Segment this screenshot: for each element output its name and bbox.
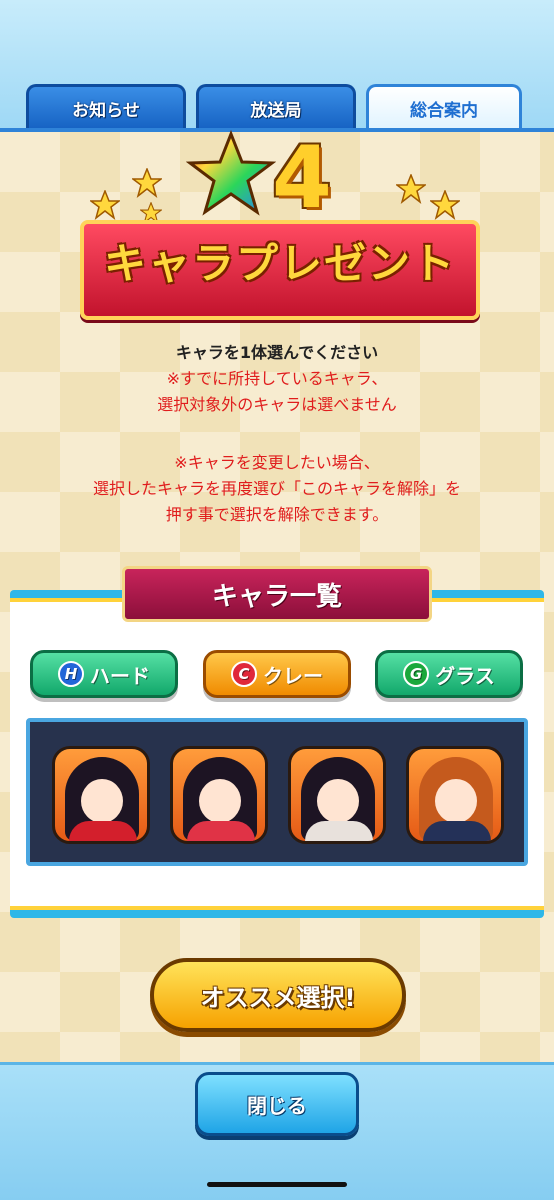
- star-icon: [132, 168, 162, 198]
- filter-grass-button[interactable]: G グラス: [375, 650, 523, 698]
- instruction-main: キャラを1体選んでください: [175, 343, 379, 362]
- character-portrait[interactable]: [52, 746, 150, 844]
- present-banner: 4 キャラプレゼント: [60, 130, 494, 340]
- character-list-title: キャラ一覧: [122, 566, 432, 622]
- close-button[interactable]: 閉じる: [195, 1072, 359, 1136]
- rank-number: 4: [272, 128, 332, 228]
- filter-clay-label: クレー: [263, 663, 323, 688]
- grass-badge-icon: G: [403, 661, 430, 687]
- clay-badge-icon: C: [231, 661, 257, 687]
- tab-broadcast[interactable]: 放送局: [196, 84, 356, 130]
- star-icon: [430, 190, 460, 220]
- tab-general-info[interactable]: 総合案内: [366, 84, 522, 130]
- filter-hard-label: ハード: [90, 663, 150, 688]
- tab-bar: お知らせ 放送局 総合案内: [26, 84, 526, 130]
- instruction-note-1: ※すでに所持しているキャラ、 選択対象外のキャラは選べません: [157, 369, 397, 414]
- character-portrait[interactable]: [170, 746, 268, 844]
- filter-hard-button[interactable]: H ハード: [30, 650, 178, 698]
- character-portrait[interactable]: [288, 746, 386, 844]
- filter-clay-button[interactable]: C クレー: [203, 650, 351, 698]
- home-indicator: [207, 1182, 347, 1187]
- character-grid: [26, 718, 528, 866]
- character-portrait[interactable]: [406, 746, 504, 844]
- tab-news[interactable]: お知らせ: [26, 84, 186, 130]
- hard-badge-icon: H: [58, 661, 84, 687]
- instruction-note-2: ※キャラを変更したい場合、 選択したキャラを再度選び「このキャラを解除」を 押す…: [92, 453, 461, 524]
- filter-grass-label: グラス: [435, 663, 495, 688]
- star-icon: [396, 174, 426, 204]
- star-icon: [90, 190, 120, 220]
- recommend-select-button[interactable]: オススメ選択!: [150, 958, 406, 1032]
- banner-title: キャラプレゼント: [103, 239, 456, 288]
- rainbow-star-icon: [186, 130, 276, 216]
